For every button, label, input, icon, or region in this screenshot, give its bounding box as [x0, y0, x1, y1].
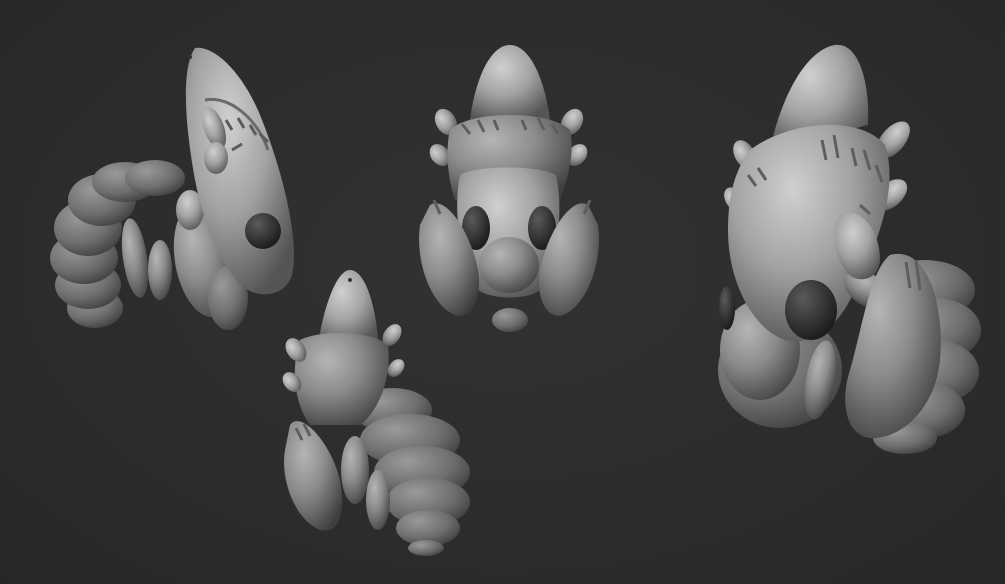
eye [245, 213, 281, 249]
head-spike [470, 45, 550, 120]
model-three-quarter-view [718, 44, 981, 454]
model-front-view [419, 45, 599, 332]
render-canvas [50, 44, 981, 556]
eye [785, 280, 837, 340]
claw-left [284, 421, 343, 531]
model-side-view [50, 47, 294, 330]
legs [121, 218, 172, 300]
model-back-view [282, 270, 470, 556]
sculpt-viewport[interactable] [0, 0, 1005, 584]
